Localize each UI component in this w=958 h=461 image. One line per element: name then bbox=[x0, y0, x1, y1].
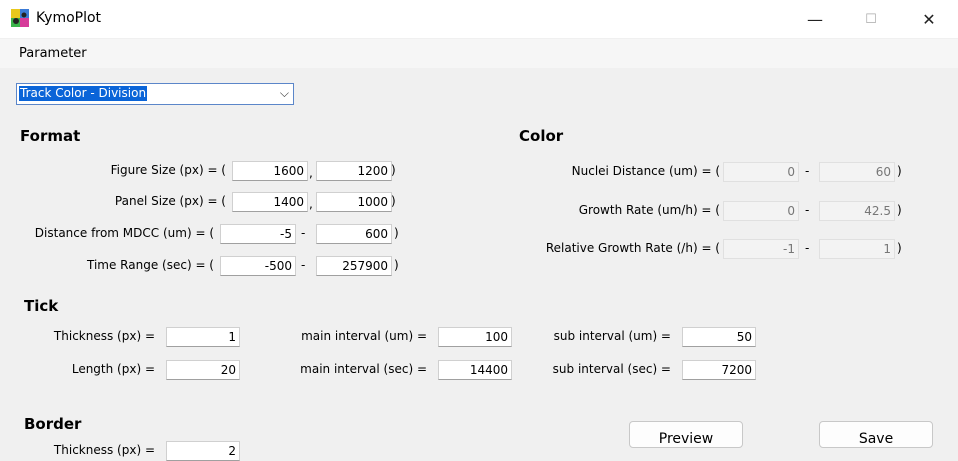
border-thickness-label: Thickness (px) = bbox=[53, 443, 155, 457]
close-icon: ✕ bbox=[922, 9, 936, 29]
panel-size-close: ) bbox=[391, 194, 396, 208]
nuclei-distance-separator: - bbox=[805, 164, 810, 178]
relative-growth-label: Relative Growth Rate (/h) = ( bbox=[545, 241, 720, 255]
main-interval-um-input[interactable]: 100 bbox=[438, 327, 512, 347]
preview-button[interactable]: Preview bbox=[629, 421, 743, 448]
main-interval-um-label: main interval (um) = bbox=[301, 329, 427, 343]
maximize-button[interactable]: ☐ bbox=[848, 0, 894, 38]
figure-size-separator: , bbox=[309, 166, 313, 180]
distance-separator: - bbox=[301, 226, 306, 240]
figure-size-label: Figure Size (px) = ( bbox=[110, 163, 226, 177]
time-max-input[interactable]: 257900 bbox=[316, 256, 392, 276]
main-interval-sec-label: main interval (sec) = bbox=[300, 362, 427, 376]
growth-rate-max-input[interactable]: 42.5 bbox=[819, 201, 895, 221]
minimize-icon: — bbox=[807, 9, 823, 29]
time-range-label: Time Range (sec) = ( bbox=[87, 258, 214, 272]
nuclei-distance-max-input[interactable]: 60 bbox=[819, 162, 895, 182]
tick-thickness-label: Thickness (px) = bbox=[53, 329, 155, 343]
time-separator: - bbox=[301, 258, 306, 272]
nuclei-distance-min-input[interactable]: 0 bbox=[723, 162, 799, 182]
panel-height-input[interactable]: 1000 bbox=[316, 192, 392, 212]
growth-rate-close: ) bbox=[897, 203, 902, 217]
border-thickness-input[interactable]: 2 bbox=[166, 441, 240, 461]
main-interval-sec-input[interactable]: 14400 bbox=[438, 360, 512, 380]
distance-min-input[interactable]: -5 bbox=[220, 224, 296, 244]
distance-label: Distance from MDCC (um) = ( bbox=[34, 226, 214, 240]
sub-interval-um-label: sub interval (um) = bbox=[553, 329, 671, 343]
time-min-input[interactable]: -500 bbox=[220, 256, 296, 276]
panel-width-input[interactable]: 1400 bbox=[232, 192, 308, 212]
relative-growth-separator: - bbox=[805, 241, 810, 255]
distance-max-input[interactable]: 600 bbox=[316, 224, 392, 244]
save-button-label: Save bbox=[858, 431, 894, 447]
nuclei-distance-label: Nuclei Distance (um) = ( bbox=[571, 164, 720, 178]
sub-interval-sec-label: sub interval (sec) = bbox=[552, 362, 671, 376]
minimize-button[interactable]: — bbox=[792, 0, 838, 38]
color-heading: Color bbox=[519, 127, 564, 145]
time-close: ) bbox=[394, 258, 399, 272]
app-icon bbox=[11, 9, 29, 27]
figure-height-input[interactable]: 1200 bbox=[316, 161, 392, 181]
maximize-icon: ☐ bbox=[865, 11, 877, 27]
sub-interval-sec-input[interactable]: 7200 bbox=[682, 360, 756, 380]
chevron-down-icon: ⌵ bbox=[279, 86, 289, 100]
preset-dropdown[interactable]: Track Color - Division ⌵ bbox=[16, 83, 294, 105]
growth-rate-separator: - bbox=[805, 203, 810, 217]
sub-interval-um-input[interactable]: 50 bbox=[682, 327, 756, 347]
distance-close: ) bbox=[394, 226, 399, 240]
growth-rate-label: Growth Rate (um/h) = ( bbox=[578, 203, 720, 217]
nuclei-distance-close: ) bbox=[897, 164, 902, 178]
figure-size-close: ) bbox=[391, 163, 396, 177]
relative-growth-close: ) bbox=[897, 241, 902, 255]
panel-size-label: Panel Size (px) = ( bbox=[114, 194, 226, 208]
figure-width-input[interactable]: 1600 bbox=[232, 161, 308, 181]
save-button[interactable]: Save bbox=[819, 421, 933, 448]
tick-heading: Tick bbox=[24, 297, 59, 315]
menu-bar bbox=[0, 39, 958, 68]
border-heading: Border bbox=[24, 415, 82, 433]
tick-thickness-input[interactable]: 1 bbox=[166, 327, 240, 347]
preview-button-label: Preview bbox=[658, 431, 714, 447]
panel-size-separator: , bbox=[309, 197, 313, 211]
menu-parameter[interactable]: Parameter bbox=[19, 46, 87, 61]
relative-growth-min-input[interactable]: -1 bbox=[723, 239, 799, 259]
tick-length-input[interactable]: 20 bbox=[166, 360, 240, 380]
relative-growth-max-input[interactable]: 1 bbox=[819, 239, 895, 259]
close-button[interactable]: ✕ bbox=[906, 0, 952, 38]
format-heading: Format bbox=[20, 127, 81, 145]
tick-length-label: Length (px) = bbox=[71, 362, 155, 376]
preset-selected-value: Track Color - Division bbox=[19, 86, 148, 101]
growth-rate-min-input[interactable]: 0 bbox=[723, 201, 799, 221]
window-title: KymoPlot bbox=[36, 10, 102, 26]
